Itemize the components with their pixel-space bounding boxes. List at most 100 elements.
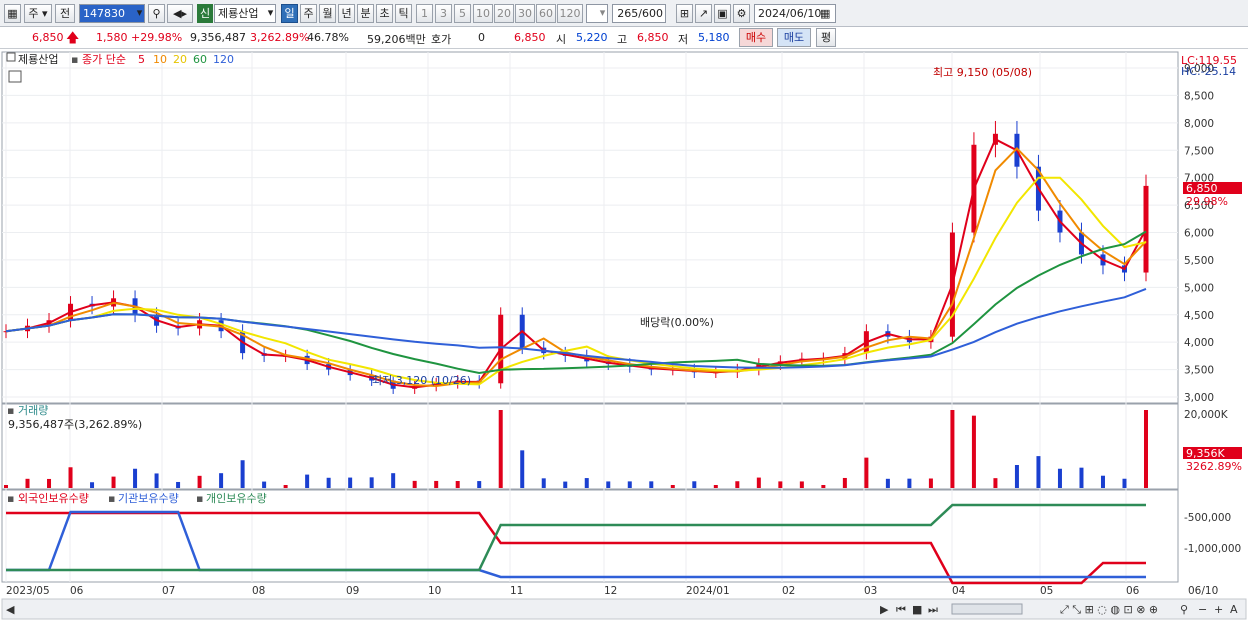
stop-icon[interactable]: ■ — [912, 603, 922, 616]
zoom-out-icon[interactable]: − — [1198, 603, 1207, 616]
volume-bar — [477, 481, 482, 488]
period-month[interactable]: 월 — [319, 4, 336, 23]
volume-percent: 3,262.89% — [250, 31, 310, 44]
chart-menu-icon[interactable]: ▦ — [4, 4, 21, 23]
save-icon[interactable]: ▣ — [714, 4, 731, 23]
interval-20[interactable]: 20 — [494, 4, 514, 23]
volume-bar — [240, 460, 245, 488]
volume-bar — [971, 415, 976, 488]
speaker-icon[interactable]: ◀▸ — [167, 4, 193, 23]
volume-bar — [799, 481, 804, 488]
chart-tools-icons[interactable]: ⤢ ⤡ ⊞ ◌ ◍ ⊡ ⊗ ⊕ — [1060, 603, 1158, 616]
settings-icon[interactable]: ⚙ — [733, 4, 750, 23]
open-label: 시 — [556, 33, 567, 46]
volume-bar — [821, 485, 826, 488]
buy-button[interactable]: 매수 — [739, 28, 773, 47]
prev-button[interactable]: 전 — [55, 4, 75, 23]
volume-bar — [928, 478, 933, 488]
volume-bar — [133, 468, 138, 488]
zoom-in-icon[interactable]: + — [1214, 603, 1223, 616]
date-tick-label: 2023/05 — [6, 585, 50, 597]
dropdown-icon[interactable]: ▾ — [131, 4, 148, 23]
interval-5[interactable]: 5 — [454, 4, 471, 23]
top-toolbar: ▦ 주 ▾ 전 147830 ▾ ⚲ ◀▸ 신 제룡산업 ▾ 일 주 월 년 분… — [0, 0, 1248, 27]
rewind-icon[interactable]: ⏮ — [896, 603, 906, 616]
average-button[interactable]: 평 — [816, 28, 836, 47]
new-badge: 신 — [197, 4, 213, 23]
interval-60[interactable]: 60 — [536, 4, 556, 23]
date-tick-label: 09 — [346, 585, 359, 597]
sell-button[interactable]: 매도 — [777, 28, 811, 47]
legend-ma60: 60 — [193, 53, 207, 66]
hoga-value: 0 — [478, 31, 485, 44]
scroll-right-icon[interactable]: ▶ — [880, 603, 889, 616]
market-select[interactable]: 주 ▾ — [24, 4, 52, 23]
table-icon[interactable] — [8, 70, 22, 83]
price-tick-label: 4,500 — [1184, 310, 1214, 322]
zoom-slider[interactable] — [951, 603, 1023, 615]
legend-stock-name: 제룡산업 — [18, 53, 58, 66]
font-size-icon[interactable]: A — [1230, 603, 1238, 616]
period-week[interactable]: 주 — [300, 4, 317, 23]
open-price: 5,220 — [576, 31, 608, 44]
count-input[interactable]: 265/600 — [612, 4, 666, 23]
volume-bar — [864, 457, 869, 488]
volume-bar — [907, 478, 912, 488]
volume-bar — [563, 481, 568, 488]
volume-bar — [1079, 467, 1084, 488]
volume-info: 9,356,487주(3,262.89%) — [8, 418, 142, 431]
volume-bar — [520, 450, 525, 488]
period-year[interactable]: 년 — [338, 4, 355, 23]
volume-bar — [842, 477, 847, 488]
date-tick-label: 10 — [428, 585, 441, 597]
interval-3[interactable]: 3 — [435, 4, 452, 23]
holder-individual: 개인보유수량 — [206, 492, 267, 505]
up-arrow-icon: 🡅 — [66, 31, 80, 46]
scroll-left-icon[interactable]: ◀ — [6, 603, 15, 616]
date-tick-label: 04 — [952, 585, 966, 597]
indicator-icon[interactable]: ↗ — [695, 4, 712, 23]
volume-panel — [1, 403, 1179, 490]
holder-axis-2: -1,000,000 — [1184, 543, 1241, 555]
price-tag-text: 6,850 — [1186, 182, 1218, 195]
quote-bar: 6,850 🡅 1,580 +29.98% 9,356,487 3,262.89… — [0, 27, 1248, 49]
volume-bar — [778, 481, 783, 488]
interval-1[interactable]: 1 — [416, 4, 433, 23]
dividend-annotation: 배당락(0.00%) — [640, 316, 714, 329]
holders-bullet-3: ▪ — [196, 492, 203, 505]
calendar-icon[interactable]: ▦ — [820, 7, 830, 20]
volume-bar — [154, 473, 159, 488]
interval-10[interactable]: 10 — [473, 4, 493, 23]
volume-bar — [1036, 456, 1041, 488]
interval-30[interactable]: 30 — [515, 4, 535, 23]
legend-ma20: 20 — [173, 53, 187, 66]
low-annotation: 최저 3,120 (10/26) — [372, 374, 471, 387]
price-tick-label: 3,000 — [1184, 392, 1214, 404]
interval-120[interactable]: 120 — [557, 4, 583, 23]
price-tick-label: 7,500 — [1184, 145, 1214, 157]
volume-bar — [1100, 475, 1105, 488]
zoom-icon[interactable]: ⚲ — [1180, 603, 1188, 616]
forward-icon[interactable]: ⏭ — [928, 603, 938, 616]
name-dropdown-icon[interactable]: ▾ — [262, 4, 279, 23]
interval-dropdown-icon[interactable]: ▾ — [594, 4, 611, 23]
price-axis: 3,0003,5004,0004,5005,0005,5006,0006,500… — [1184, 63, 1214, 404]
holder-foreign: 외국인보유수량 — [18, 492, 89, 505]
hc-label: HC:-25.14 — [1181, 65, 1236, 78]
period-tick[interactable]: 틱 — [395, 4, 412, 23]
volume-bar — [541, 478, 546, 488]
count-total: /600 — [638, 7, 663, 20]
volume-bar — [90, 482, 95, 488]
volume-bar — [1057, 468, 1062, 488]
period-minute[interactable]: 분 — [357, 4, 374, 23]
search-icon[interactable]: ⚲ — [148, 4, 165, 23]
market-label: 주 — [28, 7, 39, 20]
volume-bar — [606, 481, 611, 488]
price-tick-label: 8,000 — [1184, 118, 1214, 130]
date-tick-label: 03 — [864, 585, 877, 597]
candle-type-icon[interactable]: ⊞ — [676, 4, 693, 23]
hoga-price: 6,850 — [514, 31, 546, 44]
period-second[interactable]: 초 — [376, 4, 393, 23]
stock-chart[interactable]: 3,0003,5004,0004,5005,0005,5006,0006,500… — [0, 50, 1248, 621]
period-day[interactable]: 일 — [281, 4, 298, 23]
